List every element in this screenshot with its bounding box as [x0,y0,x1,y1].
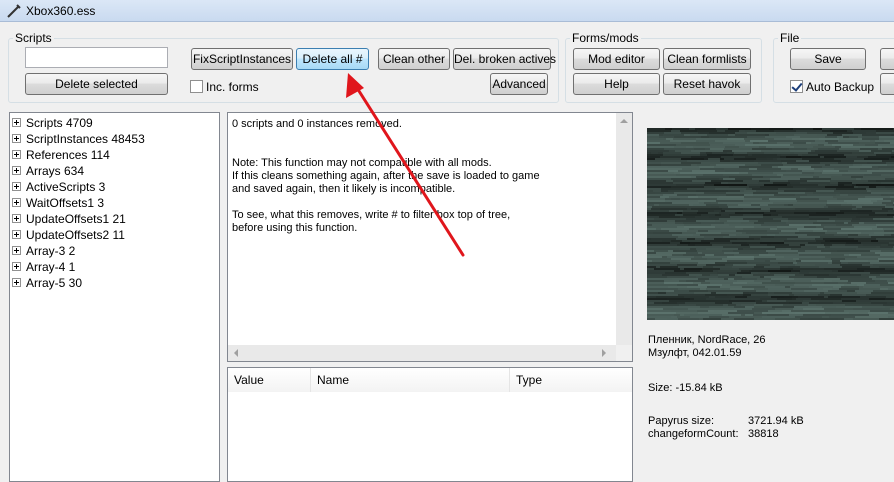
tree-item-label: References 114 [26,148,110,162]
tree-view[interactable]: Scripts 4709 ScriptInstances 48453 Referen… [9,112,220,482]
tree-item-label: WaitOffsets1 3 [26,196,105,210]
clean-other-button[interactable]: Clean other [378,48,450,70]
scroll-left-icon[interactable] [234,349,238,357]
papyrus-size-value: 3721.94 kB [748,415,804,427]
tree-item[interactable]: WaitOffsets1 3 [12,195,212,211]
extra-file-button[interactable] [880,48,894,70]
expand-icon[interactable] [12,278,21,287]
mod-editor-button[interactable]: Mod editor [573,48,660,70]
inc-forms-checkbox[interactable] [190,80,203,93]
tree-item-label: Arrays 634 [26,164,85,178]
tree-item-label: Array-5 30 [26,276,83,290]
save-screenshot-preview [647,128,894,320]
title-bar: Xbox360.ess [0,0,894,22]
details-table[interactable]: Value Name Type [227,367,633,482]
expand-icon[interactable] [12,118,21,127]
forms-mods-legend: Forms/mods [572,31,639,45]
tree-item[interactable]: ScriptInstances 48453 [12,131,212,147]
column-header-name[interactable]: Name [311,368,510,392]
save-size: Size: -15.84 kB [648,382,723,394]
tree-item-label: UpdateOffsets2 11 [26,228,125,242]
expand-icon[interactable] [12,198,21,207]
app-icon [7,4,21,18]
help-button[interactable]: Help [573,73,660,95]
message-textarea[interactable]: 0 scripts and 0 instances removed. Note:… [227,112,633,362]
expand-icon[interactable] [12,246,21,255]
extra-file-button-2[interactable] [880,73,894,95]
tree-item[interactable]: Array-4 1 [12,259,212,275]
tree-item-label: UpdateOffsets1 21 [26,212,126,226]
tree-item[interactable]: Array-3 2 [12,243,212,259]
noise-image [647,128,894,320]
delete-all-button[interactable]: Delete all # [296,48,369,70]
filter-input[interactable] [25,47,168,68]
tree-item[interactable]: References 114 [12,147,212,163]
expand-icon[interactable] [12,262,21,271]
tree-item[interactable]: Scripts 4709 [12,115,212,131]
clean-formlists-button[interactable]: Clean formlists [663,48,751,70]
del-broken-actives-button[interactable]: Del. broken actives [453,48,556,70]
tree-item[interactable]: UpdateOffsets2 11 [12,227,212,243]
vertical-scrollbar[interactable] [616,113,632,345]
horizontal-scrollbar[interactable] [228,345,616,361]
delete-selected-button[interactable]: Delete selected [25,73,168,95]
window-title: Xbox360.ess [26,4,96,18]
tree-item[interactable]: ActiveScripts 3 [12,179,212,195]
scroll-up-icon[interactable] [620,119,628,123]
file-legend: File [780,31,800,45]
message-text: 0 scripts and 0 instances removed. Note:… [232,118,540,234]
expand-icon[interactable] [12,150,21,159]
advanced-button[interactable]: Advanced [490,73,548,95]
tree-item-label: ActiveScripts 3 [26,180,106,194]
expand-icon[interactable] [12,230,21,239]
tree-item-label: Array-4 1 [26,260,76,274]
papyrus-size-label: Papyrus size: [648,415,715,427]
tree-item[interactable]: Arrays 634 [12,163,212,179]
tree-item[interactable]: UpdateOffsets1 21 [12,211,212,227]
scrollbar-corner [616,345,632,361]
fix-script-instances-button[interactable]: FixScriptInstances [191,48,293,70]
auto-backup-label: Auto Backup [806,80,875,94]
tree-item-label: Scripts 4709 [26,116,93,130]
tree-item-label: ScriptInstances 48453 [26,132,145,146]
expand-icon[interactable] [12,182,21,191]
inc-forms-label: Inc. forms [206,80,259,94]
column-header-type[interactable]: Type [510,368,632,392]
reset-havok-button[interactable]: Reset havok [663,73,751,95]
save-location-info: Мзулфт, 042.01.59 [648,347,742,359]
scripts-legend: Scripts [15,31,52,45]
changeform-count-label: changeformCount: [648,428,739,440]
tree-item[interactable]: Array-5 30 [12,275,212,291]
save-button[interactable]: Save [790,48,866,70]
expand-icon[interactable] [12,214,21,223]
auto-backup-checkbox[interactable] [790,80,803,93]
changeform-count-value: 38818 [748,428,779,440]
expand-icon[interactable] [12,134,21,143]
scroll-right-icon[interactable] [602,349,606,357]
expand-icon[interactable] [12,166,21,175]
save-character-info: Пленник, NordRace, 26 [648,334,766,346]
column-header-value[interactable]: Value [228,368,311,392]
tree-item-label: Array-3 2 [26,244,76,258]
